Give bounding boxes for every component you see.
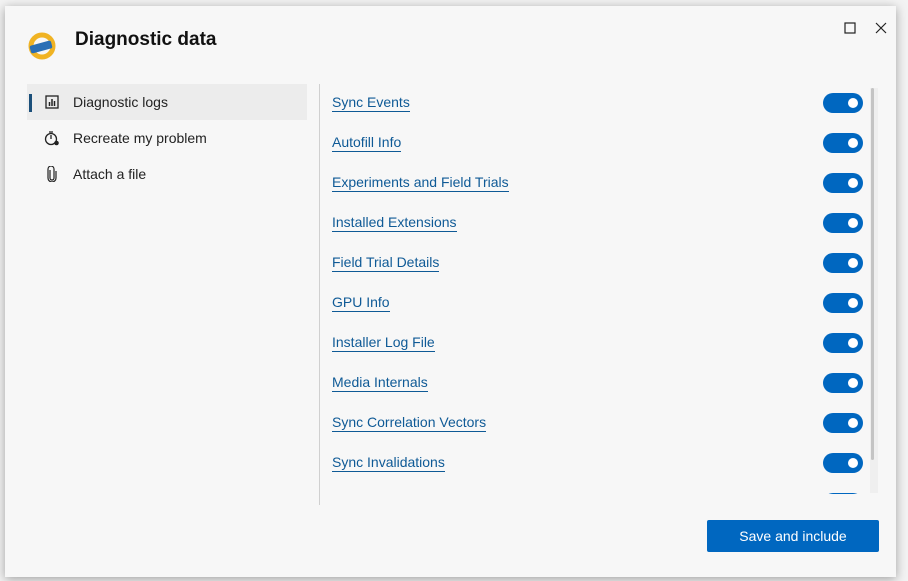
diagnostic-data-dialog: Diagnostic data Diagnostic logs Recreate…: [5, 6, 896, 577]
log-item-link[interactable]: Installed Extensions: [332, 214, 457, 232]
log-item-toggle[interactable]: [823, 453, 863, 473]
sidebar-item-attach-a-file[interactable]: Attach a file: [27, 156, 307, 192]
stopwatch-icon: [43, 130, 61, 146]
log-item-link[interactable]: Sync Correlation Vectors: [332, 414, 487, 432]
sidebar-item-label: Attach a file: [73, 166, 147, 182]
maximize-icon[interactable]: [841, 19, 859, 37]
log-item-toggle[interactable]: [823, 213, 863, 233]
log-item-toggle[interactable]: [823, 93, 863, 113]
sidebar-item-label: Recreate my problem: [73, 130, 207, 146]
log-item: Field Trial Details: [332, 244, 872, 284]
log-item-toggle[interactable]: [823, 253, 863, 273]
sidebar-item-recreate-my-problem[interactable]: Recreate my problem: [27, 120, 307, 156]
save-and-include-button[interactable]: Save and include: [707, 520, 879, 552]
log-item-link[interactable]: Media Internals: [332, 374, 428, 392]
close-icon[interactable]: [872, 19, 890, 37]
log-item: Sync Events: [332, 84, 872, 124]
panel-divider: [319, 84, 320, 505]
log-item-toggle[interactable]: [823, 413, 863, 433]
log-item-toggle[interactable]: [823, 333, 863, 353]
log-item-link[interactable]: Installer Log File: [332, 334, 435, 352]
log-item-link[interactable]: Experiments and Field Trials: [332, 174, 509, 192]
dialog-title: Diagnostic data: [75, 29, 217, 50]
log-item: Sync Correlation Vectors: [332, 404, 872, 444]
log-item-toggle[interactable]: [823, 293, 863, 313]
log-item-link[interactable]: Field Trial Details: [332, 254, 440, 272]
log-item-toggle[interactable]: [823, 493, 863, 494]
sidebar-nav: Diagnostic logs Recreate my problem Atta…: [27, 84, 307, 192]
log-item: GPU Info: [332, 284, 872, 324]
scrollbar-thumb[interactable]: [871, 88, 874, 460]
log-item: Media Internals: [332, 364, 872, 404]
log-item: Sync Invalidations: [332, 444, 872, 484]
log-item-toggle[interactable]: [823, 173, 863, 193]
log-item-link[interactable]: Sync Events: [332, 94, 410, 112]
log-item: Experiments and Field Trials: [332, 164, 872, 204]
log-item-partial: [332, 484, 872, 494]
log-item-link[interactable]: Sync Invalidations: [332, 454, 445, 472]
app-logo: [28, 32, 56, 60]
log-item: Autofill Info: [332, 124, 872, 164]
log-item-toggle[interactable]: [823, 373, 863, 393]
diagnostic-logs-list: Sync Events Autofill Info Experiments and …: [332, 84, 872, 494]
bar-chart-icon: [43, 95, 61, 109]
log-item: Installer Log File: [332, 324, 872, 364]
log-item-link[interactable]: Autofill Info: [332, 134, 402, 152]
log-item-toggle[interactable]: [823, 133, 863, 153]
log-item: Installed Extensions: [332, 204, 872, 244]
sidebar-item-diagnostic-logs[interactable]: Diagnostic logs: [27, 84, 307, 120]
paperclip-icon: [43, 166, 61, 182]
sidebar-item-label: Diagnostic logs: [73, 94, 168, 110]
log-item-link[interactable]: GPU Info: [332, 294, 390, 312]
